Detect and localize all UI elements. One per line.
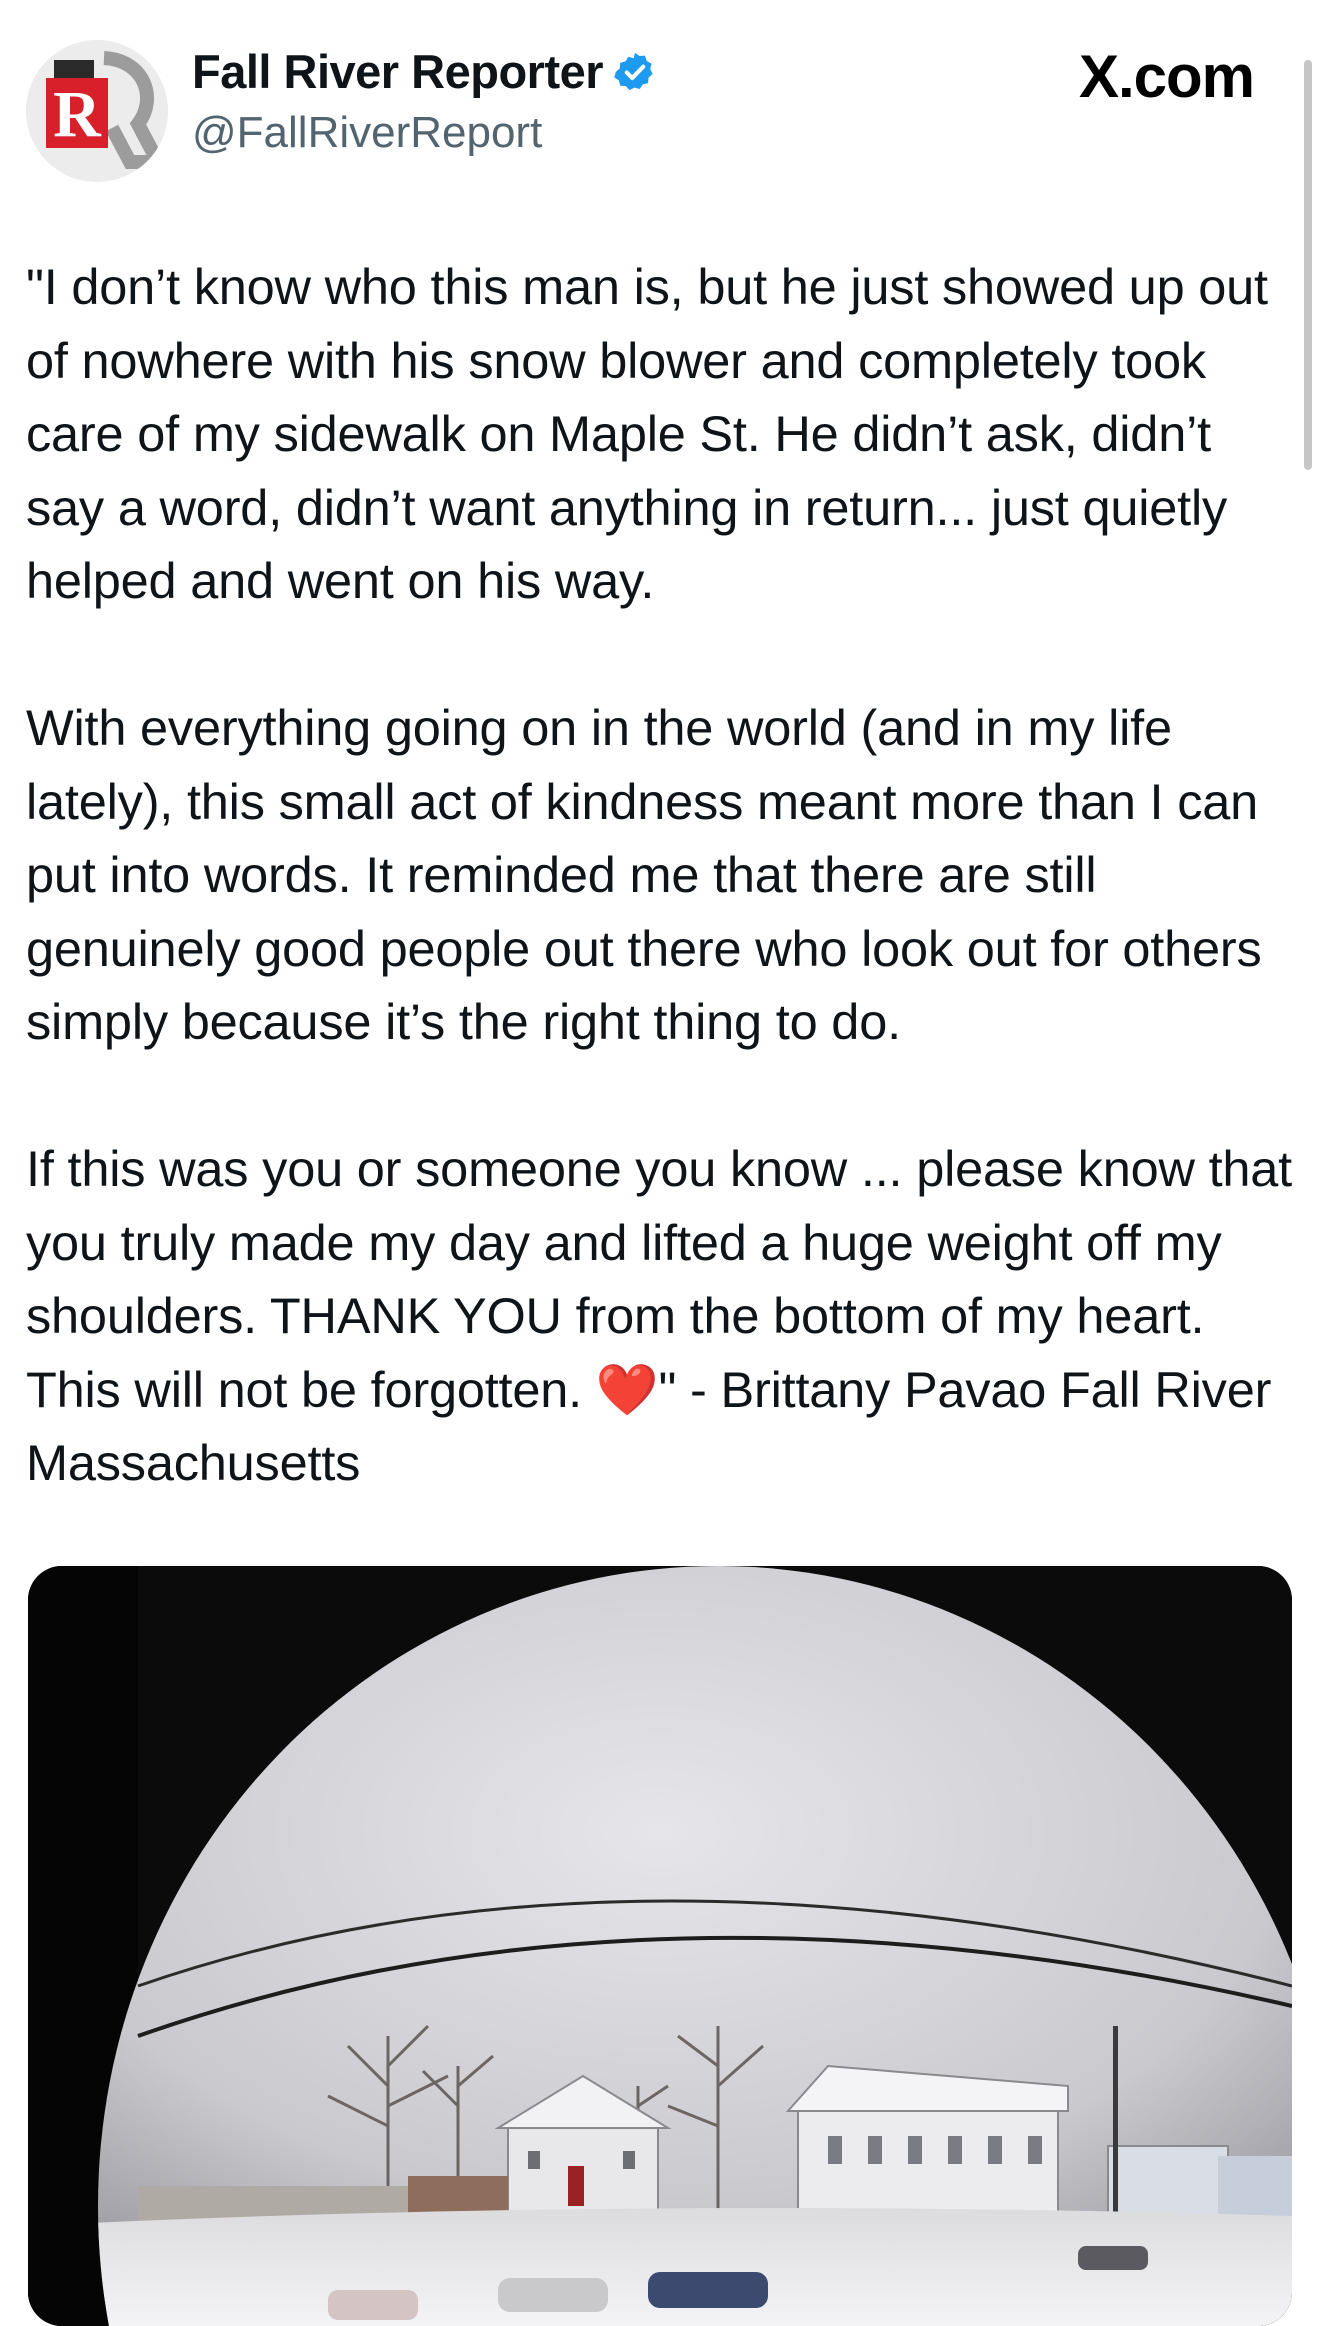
handle[interactable]: @FallRiverReport	[192, 108, 542, 158]
tweet-media[interactable]	[28, 1566, 1292, 2326]
snowy-street-photo-icon	[28, 1566, 1292, 2326]
avatar[interactable]: R	[26, 40, 168, 182]
display-name[interactable]: Fall River Reporter	[192, 44, 604, 99]
scrollbar[interactable]	[1304, 60, 1312, 470]
avatar-letter: R	[53, 78, 102, 151]
fall-river-reporter-logo-icon: R	[26, 40, 168, 182]
media-corner-mark	[1256, 2280, 1286, 2320]
verified-badge-icon	[614, 52, 653, 90]
tweet-text: "I don’t know who this man is, but he ju…	[26, 258, 1292, 1491]
display-name-row[interactable]: Fall River Reporter	[192, 44, 657, 99]
x-logo-watermark: X.com	[1078, 43, 1255, 110]
